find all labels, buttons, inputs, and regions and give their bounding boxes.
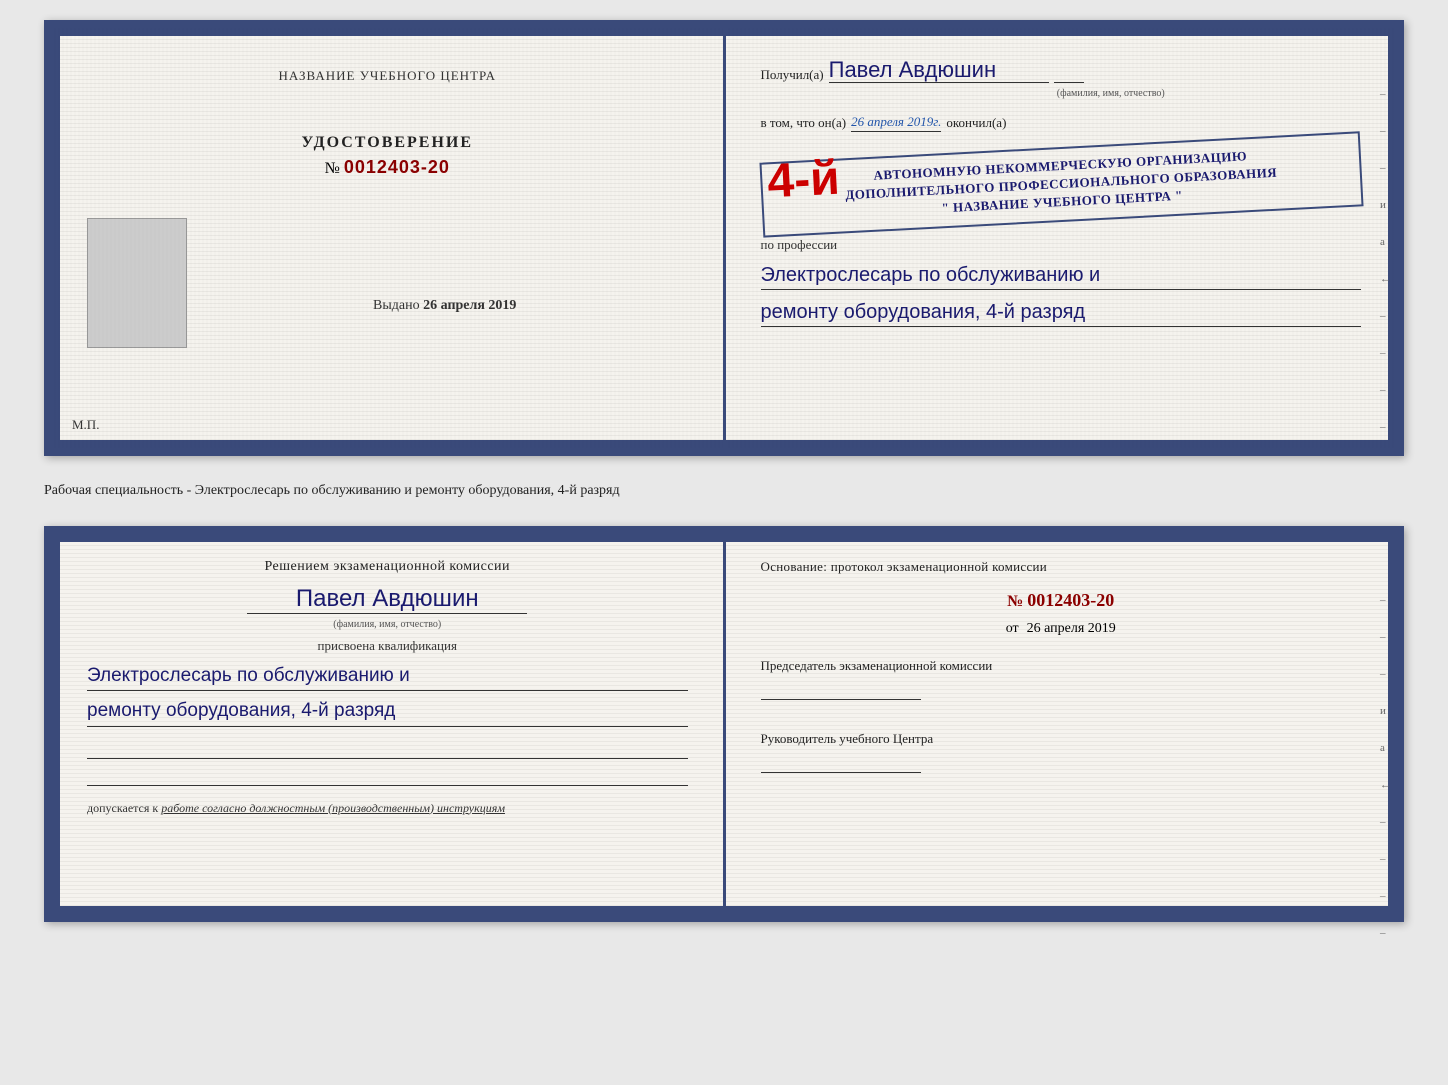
razryad-big: 4-й	[766, 151, 841, 210]
po-professii-label: по профессии	[761, 237, 1362, 253]
qualification-line2: ремонту оборудования, 4-й разряд	[87, 697, 688, 727]
proto-prefix: №	[1007, 593, 1027, 610]
rukovoditel-signature-line	[761, 753, 921, 773]
empty-line-2	[87, 764, 688, 786]
separator-text: Рабочая специальность - Электрослесарь п…	[44, 476, 1404, 506]
vtom-row: в том, что он(а) 26 апреля 2019г. окончи…	[761, 114, 1362, 132]
poluchil-label: Получил(а)	[761, 67, 824, 83]
osnovanie-label: Основание: протокол экзаменационной коми…	[761, 559, 1362, 575]
separator-content: Рабочая специальность - Электрослесарь п…	[44, 483, 620, 498]
rukovoditel-block: Руководитель учебного Центра	[761, 730, 1362, 773]
top-right-page: Получил(а) Павел Авдюшин (фамилия, имя, …	[726, 28, 1397, 448]
bottom-side-dashes: – – – и а ← – – – –	[1380, 594, 1391, 939]
dash-after-name	[1054, 82, 1084, 83]
prisvoena-label: присвоена квалификация	[87, 638, 688, 654]
profession-line2: ремонту оборудования, 4-й разряд	[761, 298, 1362, 327]
bottom-name-hint: (фамилия, имя, отчество)	[87, 619, 688, 630]
bottom-document: Решением экзаменационной комиссии Павел …	[44, 526, 1404, 922]
dopuskaetsya-text: допускается к работе согласно должностны…	[87, 801, 688, 816]
rukovoditel-label: Руководитель учебного Центра	[761, 730, 1362, 748]
side-dashes: – – – и а ← – – – –	[1380, 88, 1391, 433]
center-name-label: НАЗВАНИЕ УЧЕБНОГО ЦЕНТРА	[279, 68, 496, 84]
recipient-name: Павел Авдюшин	[829, 58, 1049, 83]
profession-line1: Электрослесарь по обслуживанию и	[761, 261, 1362, 290]
empty-lines	[87, 737, 688, 786]
udostoverenie-number: 0012403-20	[344, 157, 450, 177]
vydano-date: 26 апреля 2019	[423, 298, 516, 313]
stamp-block: 4-й АВТОНОМНУЮ НЕКОММЕРЧЕСКУЮ ОРГАНИЗАЦИ…	[759, 132, 1363, 238]
udostoverenie-title: УДОСТОВЕРЕНИЕ	[301, 134, 473, 152]
predsedatel-block: Председатель экзаменационной комиссии	[761, 657, 1362, 700]
vydano-label: Выдано	[373, 298, 420, 313]
qualification-line1: Электрослесарь по обслуживанию и	[87, 662, 688, 692]
mp-label: М.П.	[72, 417, 99, 433]
number-prefix: №	[325, 160, 344, 177]
vydano-line: Выдано 26 апреля 2019	[202, 298, 688, 314]
name-hint-top: (фамилия, имя, отчество)	[861, 88, 1362, 99]
ot-prefix: от	[1006, 621, 1019, 636]
empty-line-1	[87, 737, 688, 759]
ot-row: от 26 апреля 2019	[761, 619, 1362, 637]
okoncil-label: окончил(а)	[946, 115, 1006, 131]
resheniem-label: Решением экзаменационной комиссии	[87, 559, 688, 575]
dopuskaetsya-value: работе согласно должностным (производств…	[161, 801, 505, 815]
ot-date: 26 апреля 2019	[1027, 621, 1116, 636]
recipient-row: Получил(а) Павел Авдюшин	[761, 58, 1362, 83]
dopuskaetsya-prefix: допускается к	[87, 801, 158, 815]
proto-number: 0012403-20	[1027, 590, 1114, 610]
vtom-label: в том, что он(а)	[761, 115, 847, 131]
bottom-right-page: Основание: протокол экзаменационной коми…	[726, 534, 1397, 914]
predsedatel-label: Председатель экзаменационной комиссии	[761, 657, 1362, 675]
date-filled: 26 апреля 2019г.	[851, 114, 941, 132]
predsedatel-signature-line	[761, 680, 921, 700]
photo-placeholder	[87, 218, 187, 348]
bottom-left-page: Решением экзаменационной комиссии Павел …	[52, 534, 726, 914]
top-left-page: НАЗВАНИЕ УЧЕБНОГО ЦЕНТРА УДОСТОВЕРЕНИЕ №…	[52, 28, 726, 448]
bottom-person-name: Павел Авдюшин	[247, 585, 527, 614]
top-document: НАЗВАНИЕ УЧЕБНОГО ЦЕНТРА УДОСТОВЕРЕНИЕ №…	[44, 20, 1404, 456]
proto-row: № 0012403-20	[761, 590, 1362, 611]
